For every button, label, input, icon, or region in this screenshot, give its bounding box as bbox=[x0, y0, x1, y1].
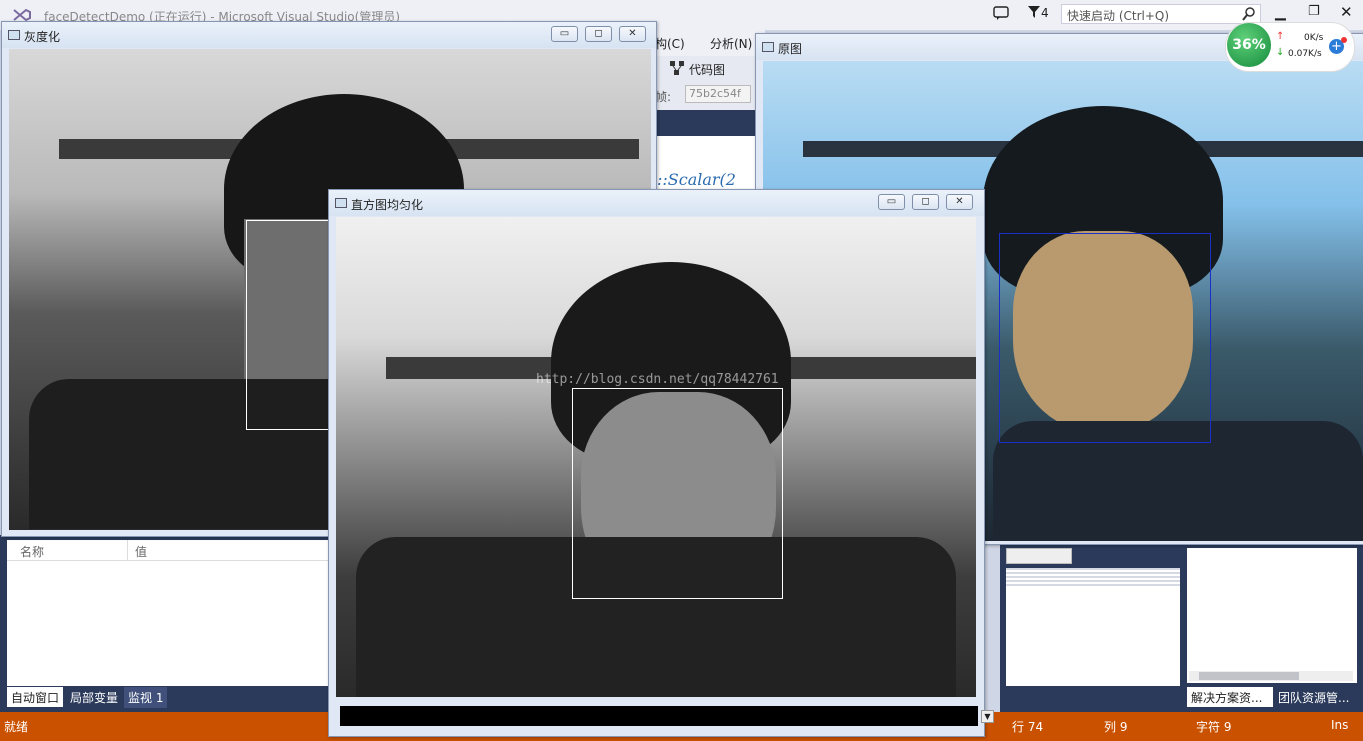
code-map-icon bbox=[670, 61, 684, 78]
upload-arrow-icon: ↑ bbox=[1276, 31, 1285, 42]
minimize-button[interactable]: ▭ bbox=[551, 26, 578, 42]
vs-menubar: 构(C) 分析(N) bbox=[655, 30, 765, 56]
code-map-button[interactable]: 代码图 bbox=[689, 61, 725, 78]
close-button[interactable]: ✕ bbox=[946, 194, 973, 210]
menu-analyze[interactable]: 分析(N) bbox=[710, 35, 752, 52]
column-value-header[interactable]: 值 bbox=[135, 543, 147, 560]
column-divider bbox=[127, 540, 128, 560]
minimize-button[interactable]: ▭ bbox=[878, 194, 905, 210]
autos-header: 名称 值 bbox=[7, 540, 330, 561]
window-app-icon bbox=[8, 30, 20, 40]
upload-speed: 0K/s bbox=[1304, 33, 1324, 43]
tab-team-explorer[interactable]: 团队资源管... bbox=[1278, 689, 1349, 706]
code-line: ::Scalar(2 bbox=[657, 170, 736, 189]
filter-icon[interactable] bbox=[1028, 6, 1040, 21]
download-speed: 0.07K/s bbox=[1288, 49, 1322, 59]
window-gray-title: 灰度化 bbox=[24, 30, 61, 44]
alert-dot bbox=[1341, 37, 1347, 43]
output-pane bbox=[1006, 568, 1180, 686]
window-gray-caption[interactable]: 灰度化 ▭ ◻ ✕ bbox=[2, 22, 656, 48]
pane-stripes bbox=[1006, 568, 1180, 586]
vs-code-editor[interactable]: ::Scalar(2 bbox=[655, 136, 755, 196]
window-histogram-title: 直方图均匀化 bbox=[351, 198, 424, 212]
scroll-down-button[interactable]: ▼ bbox=[981, 710, 994, 723]
status-char: 字符 9 bbox=[1196, 720, 1232, 734]
watermark-text: http://blog.csdn.net/qq78442761 bbox=[536, 372, 779, 387]
maximize-button[interactable]: ◻ bbox=[912, 194, 939, 210]
menu-architecture[interactable]: 构(C) bbox=[655, 35, 685, 52]
status-mode: Ins bbox=[1331, 718, 1349, 732]
notification-count: 4 bbox=[1041, 6, 1049, 20]
histogram-image: http://blog.csdn.net/qq78442761 bbox=[336, 217, 976, 697]
maximize-button[interactable]: ◻ bbox=[585, 26, 612, 42]
tab-watch-1[interactable]: 监视 1 bbox=[124, 687, 168, 708]
dropdown[interactable] bbox=[1006, 548, 1072, 564]
vs-doc-tabs bbox=[655, 110, 755, 136]
vs-toolbar: 代码图 bbox=[655, 56, 755, 82]
vs-restore-button[interactable]: ❐ bbox=[1308, 4, 1320, 19]
window-app-icon bbox=[335, 198, 347, 208]
scrollbar-thumb[interactable] bbox=[1199, 672, 1299, 680]
face-detect-box bbox=[999, 233, 1211, 443]
face-detect-box bbox=[572, 388, 783, 599]
tab-autos[interactable]: 自动窗口 bbox=[7, 687, 63, 707]
autos-grid: 名称 值 bbox=[7, 540, 330, 686]
window-histogram[interactable]: 直方图均匀化 ▭ ◻ ✕ http://blog.csdn.net/qq7844… bbox=[328, 189, 994, 737]
column-name-header[interactable]: 名称 bbox=[20, 543, 44, 560]
tab-solution-explorer[interactable]: 解决方案资... bbox=[1187, 687, 1273, 707]
frame-value: 75b2c54f bbox=[685, 85, 751, 103]
horizontal-scrollbar[interactable] bbox=[1189, 671, 1353, 681]
feedback-icon[interactable] bbox=[993, 5, 1009, 24]
window-original-title: 原图 bbox=[778, 42, 803, 56]
solution-explorer-pane bbox=[1187, 548, 1357, 683]
status-col: 列 9 bbox=[1104, 720, 1128, 734]
download-arrow-icon: ↓ bbox=[1276, 47, 1285, 58]
frame-label: 帧: bbox=[655, 90, 672, 104]
window-histogram-caption[interactable]: 直方图均匀化 ▭ ◻ ✕ bbox=[329, 190, 984, 216]
tab-locals[interactable]: 局部变量 bbox=[70, 689, 118, 706]
console-strip bbox=[340, 706, 978, 726]
close-button[interactable]: ✕ bbox=[619, 26, 646, 42]
memory-usage-ball[interactable]: 36% bbox=[1227, 23, 1271, 67]
window-app-icon bbox=[762, 42, 774, 52]
status-line: 行 74 bbox=[1012, 720, 1044, 734]
right-panels: 解决方案资... 团队资源管... bbox=[1000, 540, 1363, 712]
vs-minimize-button[interactable]: ▁ bbox=[1275, 5, 1286, 21]
quick-launch-input[interactable]: 快速启动 (Ctrl+Q) bbox=[1061, 4, 1261, 24]
vs-frame-bar: 帧: 75b2c54f bbox=[655, 82, 755, 110]
status-ready: 就绪 bbox=[4, 720, 29, 734]
vs-close-button[interactable]: ✕ bbox=[1340, 3, 1353, 21]
quick-launch-placeholder: 快速启动 (Ctrl+Q) bbox=[1067, 9, 1170, 23]
autos-panel: 名称 值 自动窗口 局部变量 监视 1 bbox=[0, 535, 330, 712]
